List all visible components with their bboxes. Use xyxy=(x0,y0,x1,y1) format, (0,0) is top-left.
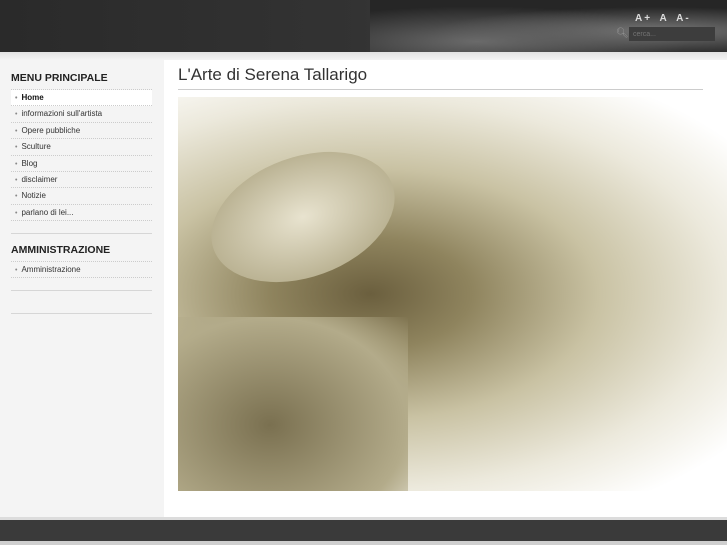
photo-figure xyxy=(178,317,408,491)
header: A+ A A- 🔍︎ xyxy=(0,0,727,52)
artist-photo xyxy=(178,97,727,491)
search-input[interactable] xyxy=(629,27,715,41)
menu-item-home[interactable]: Home xyxy=(11,90,152,107)
font-size-controls: A+ A A- xyxy=(635,13,694,24)
menu-item-admin[interactable]: Amministrazione xyxy=(11,262,152,279)
divider xyxy=(11,290,152,291)
sidebar: MENU PRINCIPALE Home informazioni sull'a… xyxy=(0,60,164,517)
divider xyxy=(11,233,152,234)
main-menu: MENU PRINCIPALE Home informazioni sull'a… xyxy=(11,72,152,222)
search-icon: 🔍︎ xyxy=(616,28,629,39)
title-divider xyxy=(178,89,703,90)
divider xyxy=(11,313,152,314)
menu-item-disclaimer[interactable]: disclaimer xyxy=(11,172,152,189)
menu-item-sculture[interactable]: Sculture xyxy=(11,139,152,156)
font-decrease-button[interactable]: A- xyxy=(676,13,691,24)
menu-item-info[interactable]: informazioni sull'artista xyxy=(11,106,152,123)
menu-item-parlano[interactable]: parlano di lei... xyxy=(11,205,152,222)
footer xyxy=(0,517,727,545)
header-strip xyxy=(0,52,727,60)
admin-menu-title: AMMINISTRAZIONE xyxy=(11,244,111,256)
menu-item-notizie[interactable]: Notizie xyxy=(11,188,152,205)
admin-menu: AMMINISTRAZIONE Amministrazione xyxy=(11,244,152,279)
main-menu-title: MENU PRINCIPALE xyxy=(11,72,108,84)
photo-hat xyxy=(193,128,413,306)
font-increase-button[interactable]: A+ xyxy=(635,13,652,24)
page-title: L'Arte di Serena Tallarigo xyxy=(178,65,368,84)
font-reset-button[interactable]: A xyxy=(659,13,668,24)
header-image xyxy=(370,0,727,52)
menu-item-blog[interactable]: Blog xyxy=(11,156,152,172)
menu-item-opere[interactable]: Opere pubbliche xyxy=(11,123,152,140)
